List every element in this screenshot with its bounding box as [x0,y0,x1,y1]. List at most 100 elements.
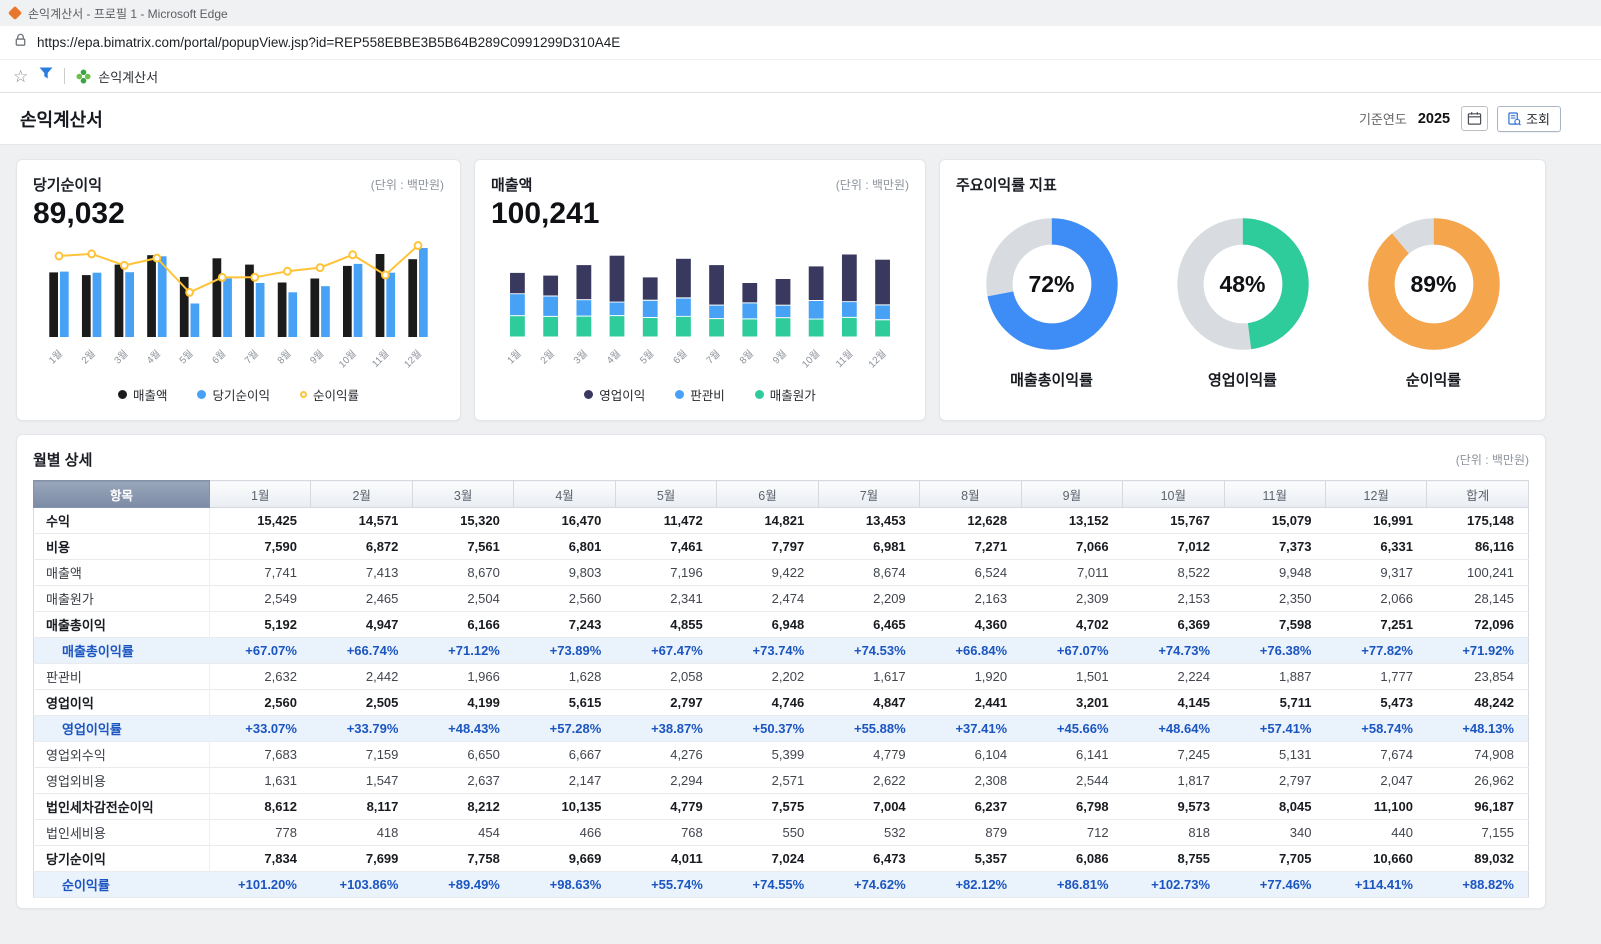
kpi-cards-row: 당기순이익 (단위 : 백만원) 89,032 1월2월3월4월5월6월7월8월… [16,159,1546,421]
row-label: 매출총이익 [34,612,210,638]
header-column: 6월 [717,481,818,508]
query-doc-icon [1508,112,1521,126]
cell: 2,637 [412,768,513,794]
cell: 6,166 [412,612,513,638]
cell: +48.13% [1427,716,1529,742]
header-column: 5월 [615,481,716,508]
svg-text:4월: 4월 [144,348,162,367]
cell: 7,575 [717,794,818,820]
table-row: 수익15,42514,57115,32016,47011,47214,82113… [34,508,1529,534]
table-row: 영업외비용1,6311,5472,6372,1472,2942,5712,622… [34,768,1529,794]
cell: 1,628 [514,664,615,690]
cell: 2,544 [1021,768,1122,794]
cell: 2,504 [412,586,513,612]
cell: 7,598 [1224,612,1325,638]
cell: +37.41% [920,716,1021,742]
cell: +67.47% [615,638,716,664]
cell: 2,549 [210,586,311,612]
base-year-value[interactable]: 2025 [1418,111,1450,127]
cell: 26,962 [1427,768,1529,794]
cell: 2,571 [717,768,818,794]
cell: 4,011 [615,846,716,872]
cell: 2,153 [1123,586,1224,612]
cell: +73.89% [514,638,615,664]
cell: 2,294 [615,768,716,794]
cell: +48.43% [412,716,513,742]
row-label: 매출액 [34,560,210,586]
cell: 6,948 [717,612,818,638]
card-title: 매출액 [491,174,532,195]
svg-text:6월: 6월 [671,348,690,367]
donut-label: 영업이익률 [1208,369,1277,390]
cell: 2,465 [311,586,412,612]
cell: 7,683 [210,742,311,768]
cell: 2,058 [615,664,716,690]
header-column: 3월 [412,481,513,508]
cell: 2,308 [920,768,1021,794]
cell: +50.37% [717,716,818,742]
donut-percentage: 89% [1361,211,1507,357]
search-button[interactable]: 조회 [1497,106,1561,132]
cell: +89.49% [412,872,513,898]
donut-chart-2: 89%순이익률 [1361,211,1507,390]
cell: 2,209 [818,586,919,612]
cell: 2,350 [1224,586,1325,612]
legend-label: 매출원가 [770,385,816,404]
lock-icon [13,32,28,53]
cell: 1,631 [210,768,311,794]
cell: 7,561 [412,534,513,560]
cell: 2,163 [920,586,1021,612]
filter-icon[interactable] [39,67,53,85]
cell: 6,667 [514,742,615,768]
cell: 15,425 [210,508,311,534]
svg-text:8월: 8월 [275,348,293,367]
cell: +71.12% [412,638,513,664]
address-bar[interactable]: https://epa.bimatrix.com/portal/popupVie… [0,26,1601,60]
cell: +67.07% [210,638,311,664]
cell: 7,271 [920,534,1021,560]
cell: 74,908 [1427,742,1529,768]
cell: 7,251 [1325,612,1426,638]
legend-item: 판관비 [675,385,725,404]
cell: 2,560 [514,586,615,612]
cell: 96,187 [1427,794,1529,820]
cell: 7,243 [514,612,615,638]
calendar-button[interactable] [1461,106,1488,131]
cell: 4,947 [311,612,412,638]
cell: 6,086 [1021,846,1122,872]
cell: 48,242 [1427,690,1529,716]
header-controls: 기준연도 2025 조회 [1359,106,1561,132]
titlebar: 손익계산서 - 프로필 1 - Microsoft Edge [0,0,1601,26]
svg-text:12월: 12월 [402,348,424,371]
cell: 4,779 [615,794,716,820]
legend-item: 순이익률 [300,385,359,404]
cell: 7,699 [311,846,412,872]
net-income-chart: 1월2월3월4월5월6월7월8월9월10월11월12월 [33,233,444,383]
cell: 2,560 [210,690,311,716]
cell: 7,413 [311,560,412,586]
bookmark-item[interactable]: 손익계산서 [76,67,158,86]
cell: 7,373 [1224,534,1325,560]
legend-label: 영업이익 [599,385,645,404]
cell: 2,505 [311,690,412,716]
svg-text:11월: 11월 [833,348,855,370]
header-column: 10월 [1123,481,1224,508]
donut-percentage: 72% [979,211,1125,357]
header-column: 2월 [311,481,412,508]
row-label: 판관비 [34,664,210,690]
cell: 2,474 [717,586,818,612]
cell: 4,360 [920,612,1021,638]
cell: 7,674 [1325,742,1426,768]
cell: 6,104 [920,742,1021,768]
svg-text:5월: 5월 [177,348,195,367]
legend-item: 매출액 [118,385,168,404]
row-label: 법인세차감전순이익 [34,794,210,820]
window-title: 손익계산서 - 프로필 1 - Microsoft Edge [28,5,228,22]
favorite-star-icon[interactable]: ☆ [13,68,28,85]
cell: 100,241 [1427,560,1529,586]
cell: 1,617 [818,664,919,690]
cell: +67.07% [1021,638,1122,664]
row-label: 영업외수익 [34,742,210,768]
table-row: 매출액7,7417,4138,6709,8037,1969,4228,6746,… [34,560,1529,586]
cell: +33.07% [210,716,311,742]
